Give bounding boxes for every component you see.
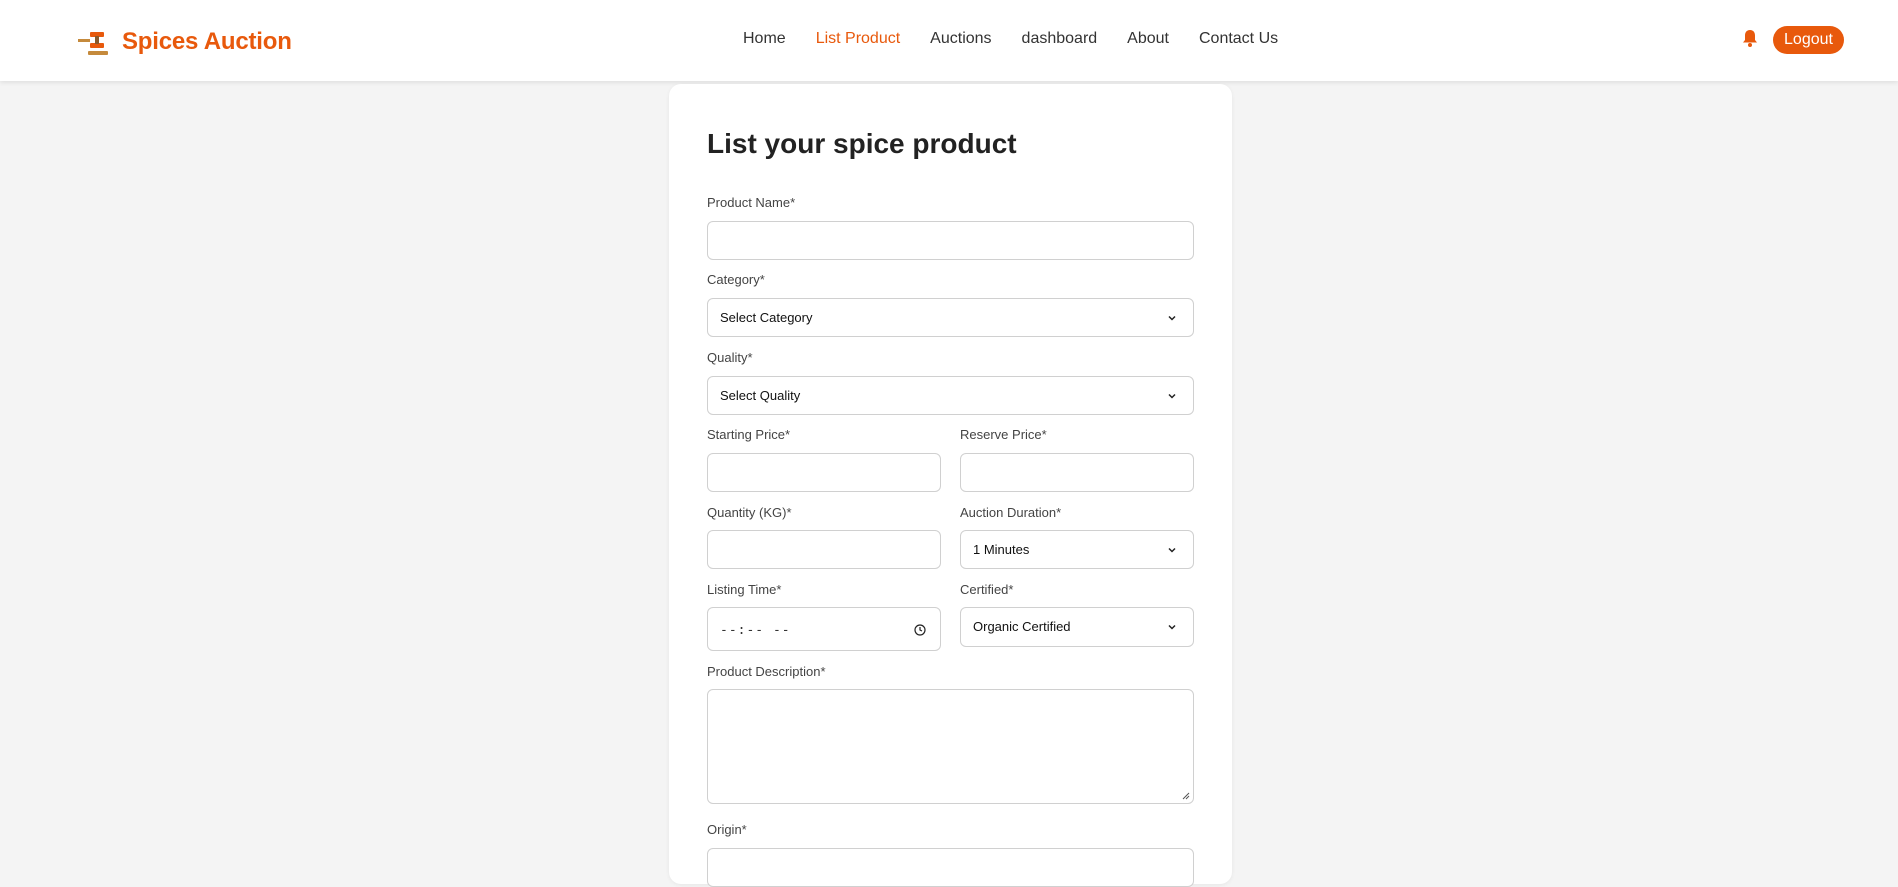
chevron-down-icon [1168,315,1176,321]
brand-logo[interactable]: Spices Auction [78,28,292,56]
product-description-label: Product Description* [707,664,826,679]
top-navbar: Spices Auction Home List Product Auction… [0,0,1898,81]
resize-handle-icon[interactable] [1182,792,1190,800]
starting-price-input[interactable] [707,453,941,492]
chevron-down-icon [1168,624,1176,630]
auction-duration-selected-value: 1 Minutes [973,542,1030,557]
nav-home[interactable]: Home [743,30,786,48]
logout-button[interactable]: Logout [1773,26,1844,54]
chevron-down-icon [1168,393,1176,399]
nav-list-product[interactable]: List Product [816,30,900,48]
quality-selected-value: Select Quality [720,388,801,403]
category-label: Category* [707,272,765,287]
product-name-input[interactable] [707,221,1194,260]
auction-duration-label: Auction Duration* [960,505,1062,520]
product-name-label: Product Name* [707,195,796,210]
product-description-textarea[interactable] [707,689,1194,804]
clock-icon[interactable] [914,624,926,636]
quality-select[interactable]: Select Quality [707,376,1194,415]
listing-time-label: Listing Time* [707,582,782,597]
form-title: List your spice product [707,128,1017,159]
origin-label: Origin* [707,822,747,837]
bell-icon[interactable] [1742,29,1758,47]
certified-select[interactable]: Organic Certified [960,607,1194,647]
listing-time-input[interactable]: --:-- -- [707,607,941,651]
main-nav: Home List Product Auctions dashboard Abo… [743,30,1308,48]
list-product-form-card: List your spice product Product Name* Ca… [669,84,1232,887]
reserve-price-input[interactable] [960,453,1194,492]
nav-about[interactable]: About [1127,30,1169,48]
gavel-icon [78,32,108,55]
certified-selected-value: Organic Certified [973,619,1071,634]
category-select[interactable]: Select Category [707,298,1194,337]
quality-label: Quality* [707,350,753,365]
quantity-label: Quantity (KG)* [707,505,792,520]
nav-auctions[interactable]: Auctions [930,30,991,48]
reserve-price-label: Reserve Price* [960,427,1047,442]
starting-price-label: Starting Price* [707,427,791,442]
chevron-down-icon [1168,547,1176,553]
certified-label: Certified* [960,582,1014,597]
category-selected-value: Select Category [720,310,813,325]
nav-dashboard[interactable]: dashboard [1022,30,1098,48]
quantity-input[interactable] [707,530,941,569]
brand-name: Spices Auction [122,28,292,55]
nav-contact-us[interactable]: Contact Us [1199,30,1278,48]
listing-time-value: --:-- -- [720,623,791,638]
auction-duration-select[interactable]: 1 Minutes [960,530,1194,569]
